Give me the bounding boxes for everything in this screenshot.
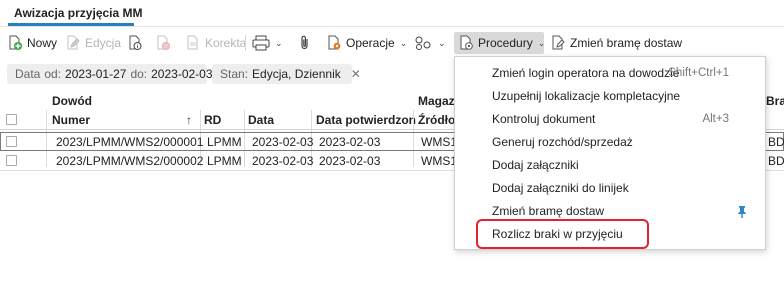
chevron-down-icon: ⌄ [275,37,283,48]
date-filter-chip[interactable]: Data od: 2023-01-27 do: 2023-02-03 [7,64,213,84]
highlight-outline [476,219,649,249]
cell-gate: BD2 [768,154,784,168]
edit-button[interactable]: Edycja [65,32,121,54]
procedures-label: Procedury [478,36,533,50]
menu-item-add-attachments[interactable]: Dodaj załączniki [455,154,765,177]
active-tab-indicator [8,23,134,26]
toolbar: Nowy Edycja Korekta ⌄ Operacje ⌄ ⌄ Proce… [0,29,784,57]
new-button[interactable]: Nowy [7,32,57,54]
tab-title: Awizacja przyjęcia MM [14,6,143,20]
menu-item-shortcut: Shift+Ctrl+1 [668,67,729,79]
menu-item-label: Dodaj załączniki do linijek [492,181,629,195]
group-header-magazyn: Magazy [418,94,458,108]
date-from-value: 2023-01-27 [65,67,127,81]
tab-bar: Awizacja przyjęcia MM [0,0,784,27]
info-button[interactable] [127,32,143,54]
delete-button[interactable] [155,32,171,54]
printer-icon [252,35,270,51]
new-label: Nowy [27,36,58,50]
state-filter-value: Edycja, Dziennik [252,67,341,81]
group-header-right: Bram [766,94,784,108]
procedures-button[interactable]: Procedury ⌄ [454,32,546,54]
cell-confirmed-date: 2023-02-03 [319,135,381,149]
chevron-down-icon: ⌄ [537,37,546,48]
menu-item-label: Zmień bramę dostaw [492,204,605,218]
column-header-rd[interactable]: RD [204,110,244,129]
date-to-value: 2023-02-03 [151,67,213,81]
correction-icon [187,35,198,50]
delete-document-icon [157,35,170,50]
row-checkbox[interactable] [6,155,17,166]
cell-rd: LPMM [207,135,242,149]
date-from-label: od: [44,67,62,81]
menu-item-check-document[interactable]: Kontroluj dokument Alt+3 [455,108,765,131]
cell-gate: BD2 [768,135,784,149]
close-icon[interactable]: ✕ [351,67,361,81]
cell-date: 2023-02-03 [252,135,314,149]
cell-source: WMS1 [421,154,454,168]
cell-number: 2023/LPMM/WMS2/000001 [56,135,204,149]
date-to-label: do: [130,67,148,81]
column-header-source[interactable]: Źródło [418,110,454,129]
menu-item-generate-issue-sale[interactable]: Generuj rozchód/sprzedaż [455,131,765,154]
new-document-icon [9,35,22,50]
date-filter-label: Data [15,67,41,81]
correction-button[interactable]: Korekta [185,32,246,54]
cell-date: 2023-02-03 [252,154,314,168]
chevron-down-icon: ⌄ [399,37,408,48]
state-filter-label: Stan: [220,67,249,81]
menu-item-shortcut: Alt+3 [702,113,729,125]
document-edit-icon [552,35,565,50]
edit-label: Edycja [85,36,122,50]
row-checkbox[interactable] [6,136,17,147]
change-gate-button[interactable]: Zmień bramę dostaw [550,32,682,54]
menu-item-label: Kontroluj dokument [492,112,596,126]
menu-item-label: Zmień login operatora na dowodzie [492,66,680,80]
cell-number: 2023/LPMM/WMS2/000002 [56,154,204,168]
attachment-button[interactable] [298,32,312,54]
column-header-number[interactable]: Numer [52,110,182,129]
toolbar-divider [245,35,246,51]
document-gear-icon [328,35,341,50]
chevron-down-icon: ⌄ [438,37,446,48]
sort-ascending-icon: ↑ [186,113,192,127]
menu-item-label: Dodaj załączniki [492,158,579,172]
print-button[interactable]: ⌄ [252,32,283,54]
workflow-icon [415,36,431,50]
menu-item-label: Generuj rozchód/sprzedaż [492,135,633,149]
column-header-date[interactable]: Data [248,110,308,129]
change-gate-label: Zmień bramę dostaw [570,36,683,50]
document-settings-icon [460,35,473,50]
pin-icon[interactable] [737,205,747,218]
paperclip-icon [301,35,308,50]
state-filter-chip[interactable]: Stan: Edycja, Dziennik ✕ [212,64,361,84]
cell-rd: LPMM [207,154,242,168]
document-info-icon [129,35,142,50]
menu-item-fill-picking-locations[interactable]: Uzupełnij lokalizacje kompletacyjne [455,85,765,108]
operations-label: Operacje [346,36,395,50]
menu-item-add-line-attachments[interactable]: Dodaj załączniki do linijek [455,177,765,200]
menu-item-label: Uzupełnij lokalizacje kompletacyjne [492,89,681,103]
correction-label: Korekta [205,36,247,50]
group-header-dowod: Dowód [52,94,92,108]
edit-icon [67,35,80,50]
menu-item-change-operator-login[interactable]: Zmień login operatora na dowodzie Shift+… [455,62,765,85]
select-all-checkbox[interactable] [6,114,17,125]
operations-button[interactable]: Operacje ⌄ [326,32,407,54]
cell-source: WMS1 [421,135,455,149]
cell-confirmed-date: 2023-02-03 [319,154,381,168]
workflow-button[interactable]: ⌄ [415,32,446,54]
column-header-confirmed-date[interactable]: Data potwierdzona [316,110,416,129]
